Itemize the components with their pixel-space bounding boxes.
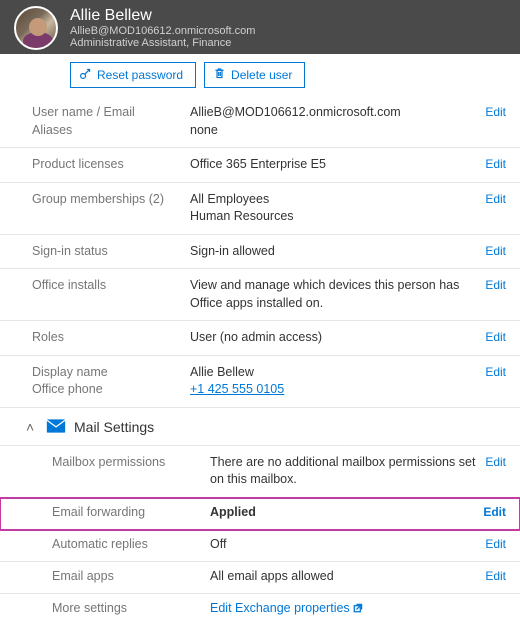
delete-user-label: Delete user: [231, 68, 292, 82]
value-mailbox-permissions: There are no additional mailbox permissi…: [210, 454, 485, 489]
user-jobtitle: Administrative Assistant, Finance: [70, 37, 255, 49]
value-licenses: Office 365 Enterprise E5: [190, 156, 485, 174]
value-groups: All Employees Human Resources: [190, 191, 485, 226]
label-email-forwarding: Email forwarding: [52, 504, 210, 522]
row-groups: Group memberships (2) All Employees Huma…: [0, 183, 520, 235]
phone-link[interactable]: +1 425 555 0105: [190, 382, 284, 396]
value-display: Allie Bellew +1 425 555 0105: [190, 364, 485, 399]
value-more-settings: Edit Exchange properties: [210, 600, 506, 618]
user-header: Allie Bellew AllieB@MOD106612.onmicrosof…: [0, 0, 520, 54]
label-more-settings: More settings: [52, 600, 210, 618]
row-signin: Sign-in status Sign-in allowed Edit: [0, 235, 520, 270]
user-name: Allie Bellew: [70, 7, 255, 25]
row-display: Display name Office phone Allie Bellew +…: [0, 356, 520, 408]
row-automatic-replies: Automatic replies Off Edit: [0, 530, 520, 562]
mail-icon: [46, 418, 66, 437]
row-email-forwarding: Email forwarding Applied Edit: [0, 498, 520, 530]
row-installs: Office installs View and manage which de…: [0, 269, 520, 321]
value-email-apps: All email apps allowed: [210, 568, 485, 586]
details-list: User name / Email Aliases AllieB@MOD1066…: [0, 96, 520, 626]
label-licenses: Product licenses: [32, 156, 190, 174]
value-email-forwarding: Applied: [210, 504, 483, 522]
label-mailbox-permissions: Mailbox permissions: [52, 454, 210, 472]
label-installs: Office installs: [32, 277, 190, 295]
row-more-settings: More settings Edit Exchange properties: [0, 594, 520, 626]
label-groups: Group memberships (2): [32, 191, 190, 209]
edit-roles[interactable]: Edit: [485, 329, 506, 344]
label-display: Display name Office phone: [32, 364, 190, 399]
label-automatic-replies: Automatic replies: [52, 536, 210, 554]
edit-signin[interactable]: Edit: [485, 243, 506, 258]
edit-username[interactable]: Edit: [485, 104, 506, 119]
label-signin: Sign-in status: [32, 243, 190, 261]
avatar: [14, 6, 58, 50]
row-roles: Roles User (no admin access) Edit: [0, 321, 520, 356]
row-mailbox-permissions: Mailbox permissions There are no additio…: [0, 446, 520, 498]
mail-settings-title: Mail Settings: [74, 419, 154, 435]
mail-settings-header[interactable]: ˄ Mail Settings: [0, 408, 520, 446]
delete-user-button[interactable]: Delete user: [204, 62, 305, 88]
reset-password-label: Reset password: [97, 68, 183, 82]
label-email-apps: Email apps: [52, 568, 210, 586]
value-signin: Sign-in allowed: [190, 243, 485, 261]
edit-automatic-replies[interactable]: Edit: [485, 536, 506, 551]
edit-exchange-link[interactable]: Edit Exchange properties: [210, 601, 365, 615]
edit-email-apps[interactable]: Edit: [485, 568, 506, 583]
edit-email-forwarding[interactable]: Edit: [483, 504, 506, 519]
edit-display[interactable]: Edit: [485, 364, 506, 379]
label-roles: Roles: [32, 329, 190, 347]
user-email: AllieB@MOD106612.onmicrosoft.com: [70, 25, 255, 37]
value-username: AllieB@MOD106612.onmicrosoft.com none: [190, 104, 485, 139]
row-email-apps: Email apps All email apps allowed Edit: [0, 562, 520, 594]
label-username: User name / Email Aliases: [32, 104, 190, 139]
row-username: User name / Email Aliases AllieB@MOD1066…: [0, 96, 520, 148]
action-row: Reset password Delete user: [0, 54, 520, 96]
row-licenses: Product licenses Office 365 Enterprise E…: [0, 148, 520, 183]
value-installs: View and manage which devices this perso…: [190, 277, 485, 312]
edit-groups[interactable]: Edit: [485, 191, 506, 206]
edit-licenses[interactable]: Edit: [485, 156, 506, 171]
value-automatic-replies: Off: [210, 536, 485, 554]
external-link-icon: [353, 601, 365, 615]
key-icon: [79, 67, 92, 83]
trash-icon: [213, 67, 226, 83]
edit-installs[interactable]: Edit: [485, 277, 506, 292]
edit-mailbox-permissions[interactable]: Edit: [485, 454, 506, 469]
reset-password-button[interactable]: Reset password: [70, 62, 196, 88]
value-roles: User (no admin access): [190, 329, 485, 347]
chevron-up-icon: ˄: [26, 419, 38, 435]
user-info: Allie Bellew AllieB@MOD106612.onmicrosof…: [70, 7, 255, 49]
